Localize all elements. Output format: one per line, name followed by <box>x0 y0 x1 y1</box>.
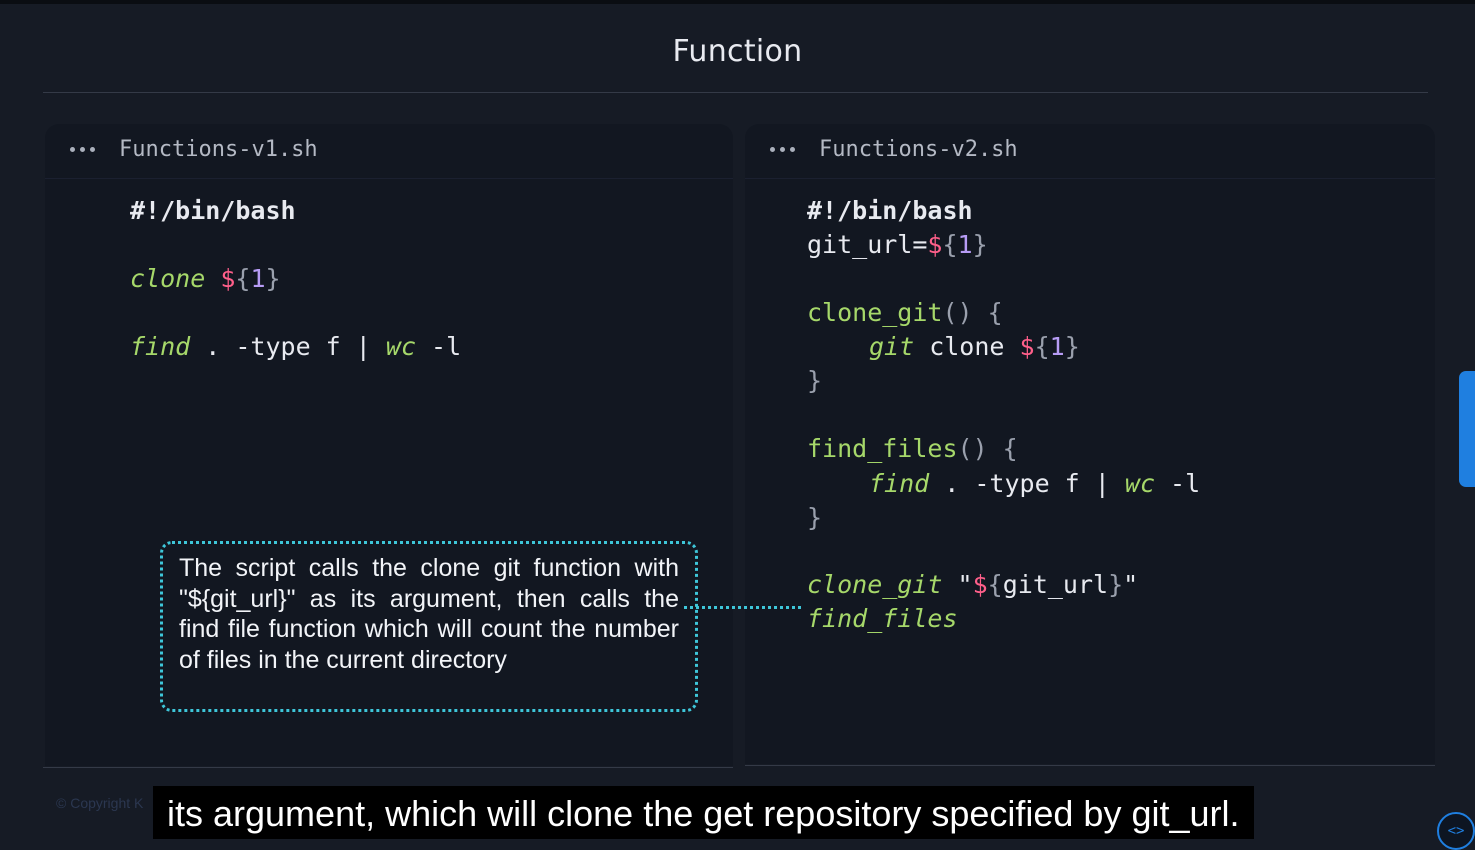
title-divider <box>43 92 1428 93</box>
window-dots-icon <box>770 147 795 152</box>
code-line-clone: clone ${1} <box>130 264 281 293</box>
window-dots-icon <box>70 147 95 152</box>
code-line-find: find . -type f | wc -l <box>130 332 462 361</box>
code-line-find: find . -type f | wc -l <box>869 469 1201 498</box>
top-bar <box>0 0 1475 4</box>
code-line-close-brace: } <box>807 366 823 395</box>
filename-v1: Functions-v1.sh <box>119 137 318 162</box>
code-line-var: git_url=${1} <box>807 230 988 259</box>
code-brackets-icon[interactable]: <> <box>1437 812 1475 850</box>
code-line-shebang: #!/bin/bash <box>807 196 973 225</box>
panel-header-v2: Functions-v2.sh <box>745 124 1435 179</box>
code-block-v2: #!/bin/bash git_url=${1} clone_git() { g… <box>807 196 1200 633</box>
code-line-git-clone: git clone ${1} <box>869 332 1080 361</box>
code-line-close-brace: } <box>807 503 823 532</box>
slide-title: Function <box>672 34 803 69</box>
filename-v2: Functions-v2.sh <box>819 137 1018 162</box>
panel-header-v1: Functions-v1.sh <box>45 124 733 179</box>
code-line-find-def: find_files() { <box>807 434 1018 463</box>
feedback-tab-icon[interactable] <box>1459 371 1475 487</box>
code-line-call-clone: clone_git "${git_url}" <box>807 570 1139 599</box>
bottom-divider-left <box>43 767 733 768</box>
copyright-text: © Copyright K <box>56 795 144 811</box>
video-subtitle: its argument, which will clone the get r… <box>153 786 1254 839</box>
code-block-v1: #!/bin/bash clone ${1} find . -type f | … <box>130 196 461 361</box>
code-line-call-find: find_files <box>807 604 958 633</box>
callout-connector <box>684 606 801 609</box>
code-line-shebang: #!/bin/bash <box>130 196 296 225</box>
code-line-clone-def: clone_git() { <box>807 298 1003 327</box>
bottom-divider-right <box>745 765 1435 766</box>
explanation-callout: The script calls the clone git function … <box>160 541 698 712</box>
